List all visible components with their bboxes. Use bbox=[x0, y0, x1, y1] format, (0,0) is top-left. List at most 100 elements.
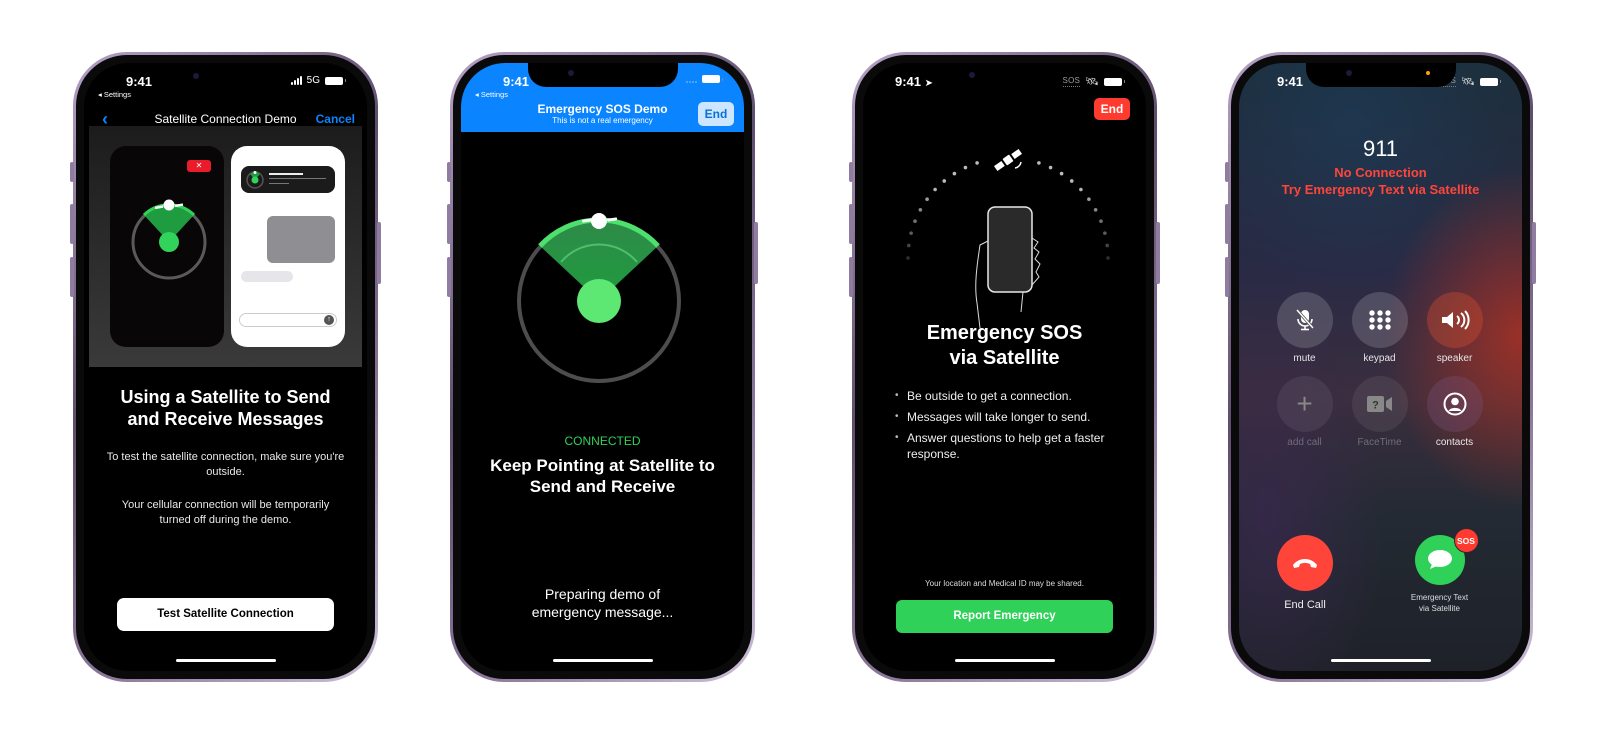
screen: 9:41 ◂ Settings Emergency SOS Demo This … bbox=[461, 63, 744, 671]
sos-indicator: SOS bbox=[1062, 75, 1081, 87]
phone-sos-demo-connected: 9:41 ◂ Settings Emergency SOS Demo This … bbox=[447, 52, 758, 682]
progress-text: Preparing demo of emergency message... bbox=[531, 586, 674, 620]
phone-sos-via-satellite: 9:41 ➤ SOS 🛰 End Emergency SOS via Satel… bbox=[849, 52, 1160, 682]
mini-notification bbox=[241, 166, 335, 193]
speaker-label: speaker bbox=[1436, 353, 1473, 364]
arc-dot bbox=[942, 179, 947, 183]
add-call-button[interactable]: + add call bbox=[1267, 376, 1342, 448]
arc-dot bbox=[1099, 219, 1103, 223]
home-indicator[interactable] bbox=[175, 659, 276, 662]
arc-dot bbox=[1059, 171, 1064, 176]
page-heading: Using a Satellite to Send and Receive Me… bbox=[120, 387, 331, 429]
tip-item: Messages will take longer to send. bbox=[895, 409, 1128, 425]
status-time: 9:41 bbox=[126, 74, 153, 89]
facetime-icon: ? bbox=[1351, 376, 1408, 432]
keypad-icon bbox=[1351, 292, 1408, 348]
notch bbox=[1305, 63, 1456, 87]
arc-dot bbox=[1079, 187, 1083, 192]
battery-icon bbox=[702, 75, 723, 83]
screen: 9:41 ➤ SOS 🛰 End Emergency SOS via Satel… bbox=[863, 63, 1146, 671]
home-indicator[interactable] bbox=[1330, 659, 1431, 662]
contacts-icon bbox=[1426, 376, 1483, 432]
satellite-icon: 🛰 bbox=[1461, 76, 1475, 88]
end-call-button[interactable]: End Call bbox=[1277, 535, 1333, 611]
speaker-icon bbox=[1426, 292, 1483, 348]
tip-item: Be outside to get a connection. bbox=[895, 388, 1128, 404]
contacts-label: contacts bbox=[1435, 437, 1474, 448]
satellite-icon bbox=[993, 148, 1023, 172]
status-time: 9:41 ➤ bbox=[895, 74, 934, 89]
volume-up-button bbox=[70, 204, 74, 244]
arc-dot bbox=[1093, 208, 1098, 212]
status-bar: 9:41 ➤ SOS 🛰 bbox=[863, 63, 1146, 107]
cancel-button[interactable]: Cancel bbox=[316, 112, 355, 126]
status-time: 9:41 bbox=[503, 74, 530, 89]
call-controls: mute keypad speaker + add call ? FaceTim… bbox=[1267, 292, 1492, 448]
arc-dot bbox=[1037, 161, 1041, 165]
arc-dot bbox=[1106, 256, 1110, 260]
page-heading: Emergency SOS via Satellite bbox=[926, 322, 1083, 369]
sos-badge: SOS bbox=[1453, 528, 1479, 553]
test-satellite-connection-button[interactable]: Test Satellite Connection bbox=[117, 598, 334, 631]
home-indicator[interactable] bbox=[552, 659, 653, 662]
arc-dot bbox=[925, 197, 929, 202]
battery-icon bbox=[325, 76, 346, 85]
arc-dot bbox=[1103, 231, 1107, 235]
facetime-label: FaceTime bbox=[1357, 437, 1402, 448]
demo-illustration: ✕ ↑ bbox=[89, 126, 362, 367]
no-connection-text: No Connection bbox=[1334, 165, 1427, 180]
dialed-number: 911 bbox=[1362, 136, 1399, 161]
microphone-in-use-indicator bbox=[1426, 71, 1430, 75]
speaker-button[interactable]: speaker bbox=[1417, 292, 1492, 364]
emergency-text-via-satellite-button[interactable]: SOS Emergency Text via Satellite bbox=[1402, 528, 1479, 614]
volume-down-button bbox=[70, 257, 74, 297]
location-arrow-icon: ➤ bbox=[924, 78, 934, 89]
contacts-button[interactable]: contacts bbox=[1417, 376, 1492, 448]
arc-dot bbox=[1105, 243, 1110, 248]
battery-icon bbox=[1480, 77, 1501, 86]
mini-radar-icon bbox=[246, 170, 264, 189]
cellular-signal-icon bbox=[290, 75, 302, 85]
arc-dot bbox=[918, 208, 923, 212]
battery-icon bbox=[1104, 77, 1125, 86]
mute-label: mute bbox=[1293, 353, 1316, 364]
share-notice: Your location and Medical ID may be shar… bbox=[925, 579, 1084, 588]
send-arrow-icon: ↑ bbox=[324, 315, 334, 325]
cellular-warning-text: Your cellular connection will be tempora… bbox=[121, 499, 330, 526]
radar-icon bbox=[131, 199, 207, 280]
network-type: 5G bbox=[306, 75, 320, 86]
screen: 9:41 SOS 🛰 911 No Connection Try Emergen… bbox=[1239, 63, 1522, 671]
facetime-button[interactable]: ? FaceTime bbox=[1342, 376, 1417, 448]
keypad-button[interactable]: keypad bbox=[1342, 292, 1417, 364]
instruction-text: To test the satellite connection, make s… bbox=[106, 451, 345, 478]
back-to-app-link[interactable]: ◂ Settings bbox=[475, 90, 508, 99]
keypad-label: keypad bbox=[1363, 353, 1396, 364]
status-time: 9:41 bbox=[1277, 74, 1304, 89]
phone-hangup-icon bbox=[1277, 535, 1333, 591]
report-emergency-button[interactable]: Report Emergency bbox=[896, 600, 1113, 633]
hand-outline-icon bbox=[975, 240, 989, 329]
phone-satellite-demo-intro: 9:41 ◂ Settings 5G ‹ Satellite Connectio… bbox=[70, 52, 381, 682]
back-to-app-link[interactable]: ◂ Settings bbox=[98, 90, 131, 99]
tips-list: Be outside to get a connection. Messages… bbox=[895, 388, 1128, 467]
arc-dot bbox=[952, 171, 957, 176]
mini-phone-messages: ↑ bbox=[231, 146, 345, 347]
arc-dot bbox=[963, 165, 968, 170]
emergency-text-label: Emergency Text via Satellite bbox=[1410, 593, 1469, 613]
mute-button[interactable]: mute bbox=[1267, 292, 1342, 364]
add-call-label: add call bbox=[1287, 437, 1322, 448]
phone-outline-icon bbox=[987, 206, 1033, 293]
notch bbox=[527, 63, 678, 87]
connection-status: CONNECTED bbox=[564, 434, 641, 448]
arc-dot bbox=[906, 256, 910, 260]
home-indicator[interactable] bbox=[954, 659, 1055, 662]
arc-dot bbox=[909, 231, 913, 235]
arc-dot bbox=[1048, 165, 1053, 170]
end-call-label: End Call bbox=[1284, 599, 1326, 611]
call-status: No Connection Try Emergency Text via Sat… bbox=[1239, 164, 1522, 198]
mini-received-bubble bbox=[241, 271, 293, 282]
plus-icon: + bbox=[1276, 376, 1333, 432]
tip-item: Answer questions to help get a faster re… bbox=[895, 430, 1128, 462]
screen: 9:41 ◂ Settings 5G ‹ Satellite Connectio… bbox=[84, 63, 367, 671]
action-button bbox=[70, 162, 74, 182]
